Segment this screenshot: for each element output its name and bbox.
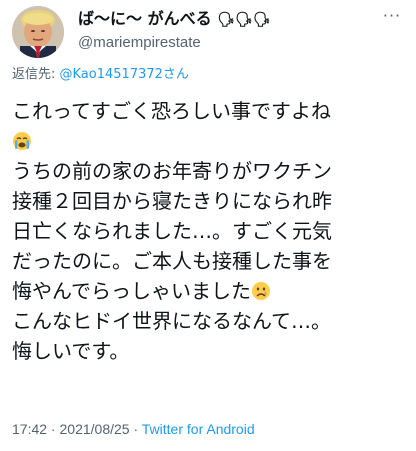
tweet-meta: 17:42 · 2021/08/25 · Twitter for Android	[12, 420, 255, 438]
tweet-body-line: 悔しいです。	[12, 339, 130, 363]
tweet-body-line: 接種２回目から寝たきりになられ昨	[12, 189, 332, 213]
speaking-head-icon: 🗣🗣🗣	[217, 12, 271, 28]
meta-separator: ·	[129, 421, 142, 437]
tweet-body-text: 悔やんでらっしゃいました	[12, 279, 251, 303]
tweet-header: ば〜に〜 がんべる 🗣🗣🗣 @mariempirestate ···	[12, 4, 404, 60]
tweet-body-line: 日亡くなられました…。すごく元気	[12, 219, 332, 243]
meta-separator: ·	[47, 421, 60, 437]
avatar-portrait	[12, 6, 64, 58]
tweet-body-line: うちの前の家のお年寄りがワクチン	[12, 159, 332, 183]
more-options-button[interactable]: ···	[380, 8, 404, 28]
loudly-crying-face-icon	[13, 132, 31, 150]
display-name-text: ば〜に〜 がんべる	[78, 9, 212, 28]
tweet: ば〜に〜 がんべる 🗣🗣🗣 @mariempirestate ··· 返信先: …	[0, 0, 416, 451]
reply-mention-link[interactable]: @Kao14517372さん	[60, 67, 189, 82]
user-handle[interactable]: @mariempirestate	[78, 33, 378, 53]
reply-to-prefix: 返信先:	[12, 67, 60, 82]
tweet-source-link[interactable]: Twitter for Android	[142, 421, 255, 437]
display-name[interactable]: ば〜に〜 がんべる 🗣🗣🗣	[78, 8, 378, 31]
tweet-body-line: 悔やんでらっしゃいました 😢	[12, 276, 408, 306]
tweet-body-line: こんなヒドイ世界になるなんて…。	[12, 309, 331, 333]
tweet-body-line: 😭	[12, 126, 408, 156]
avatar[interactable]	[12, 6, 64, 58]
tweet-body-line: これってすごく恐ろしい事ですよね	[12, 99, 331, 123]
reply-to-line: 返信先: @Kao14517372さん	[12, 66, 189, 84]
name-block: ば〜に〜 がんべる 🗣🗣🗣 @mariempirestate	[78, 8, 378, 53]
tweet-body-line: だったのに。ご本人も接種した事を	[12, 249, 332, 273]
tweet-date[interactable]: 2021/08/25	[60, 421, 130, 437]
crying-face-icon	[252, 282, 270, 300]
tweet-body: これってすごく恐ろしい事ですよね 😭 うちの前の家のお年寄りがワクチン 接種２回…	[12, 96, 408, 366]
tweet-time[interactable]: 17:42	[12, 421, 47, 437]
